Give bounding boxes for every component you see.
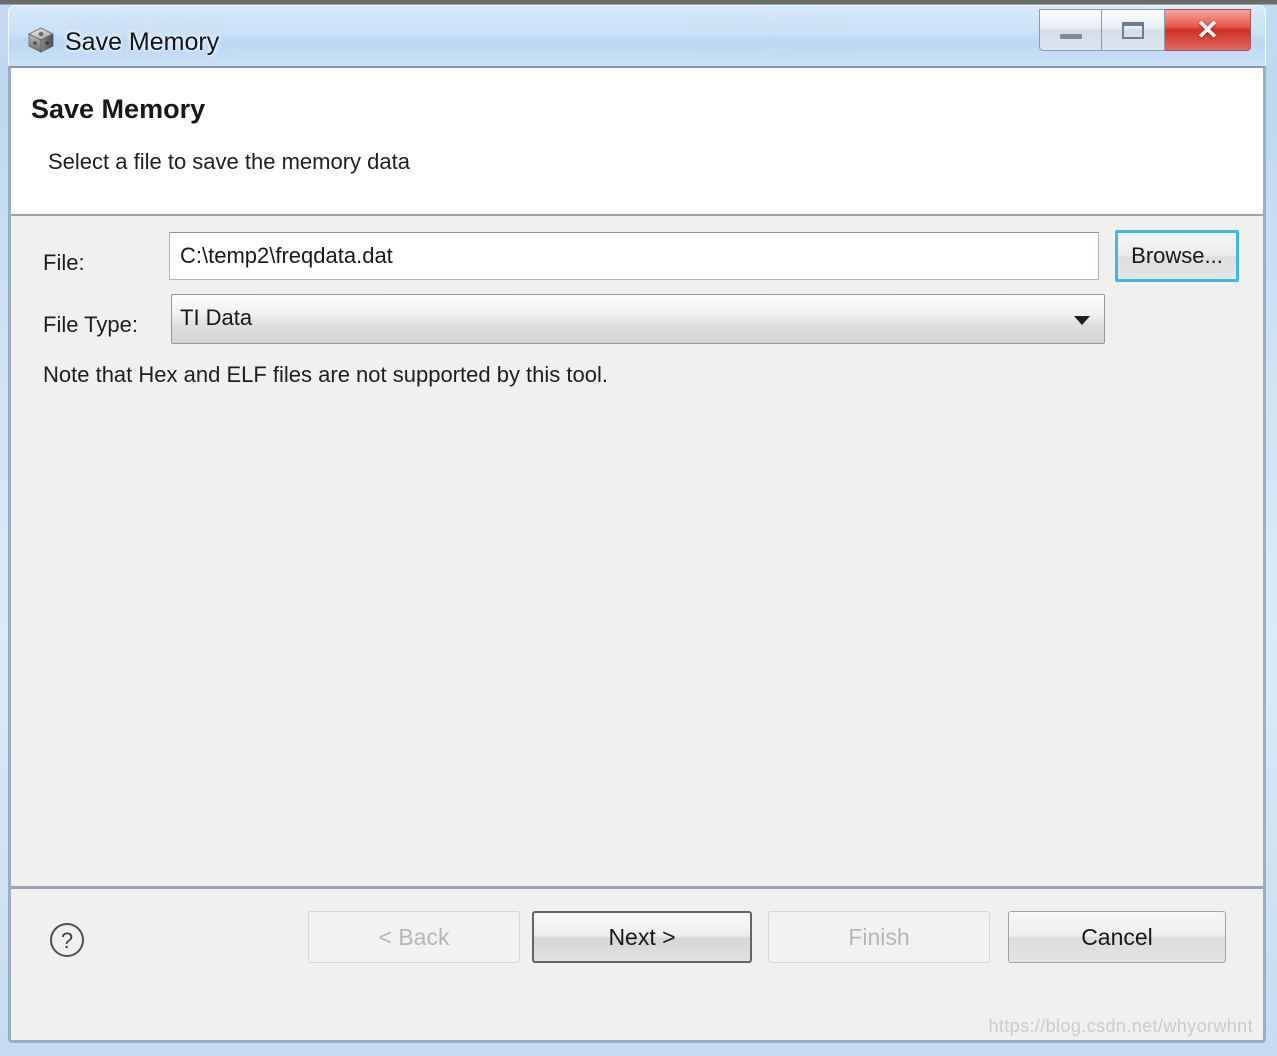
window-controls: ✕ [1039, 9, 1251, 51]
restore-icon [1122, 21, 1144, 39]
help-icon[interactable]: ? [48, 921, 86, 959]
file-label: File: [43, 250, 85, 275]
browse-button[interactable]: Browse... [1115, 230, 1239, 282]
watermark-text: https://blog.csdn.net/whyorwhnt [988, 1016, 1253, 1036]
page-title: Save Memory [31, 94, 206, 124]
wizard-dialog: Save Memory Select a file to save the me… [8, 66, 1266, 1043]
svg-text:?: ? [61, 928, 73, 953]
close-icon: ✕ [1196, 14, 1219, 45]
cube-icon [28, 27, 54, 53]
save-memory-window: Save Memory ✕ Save Memory Select a file … [8, 5, 1266, 1043]
format-note: Note that Hex and ELF files are not supp… [43, 362, 608, 387]
wizard-content: File: Browse... File Type: TI Data Note … [11, 216, 1263, 886]
finish-button[interactable]: Finish [768, 911, 990, 963]
title-bar[interactable]: Save Memory ✕ [8, 5, 1266, 72]
file-type-label: File Type: [43, 312, 138, 337]
maximize-button[interactable] [1102, 9, 1165, 51]
back-button[interactable]: < Back [308, 911, 520, 963]
page-subtitle: Select a file to save the memory data [48, 149, 410, 174]
minimize-icon [1059, 33, 1082, 39]
wizard-header: Save Memory Select a file to save the me… [11, 68, 1263, 216]
next-button[interactable]: Next > [532, 911, 752, 963]
minimize-button[interactable] [1039, 9, 1102, 51]
window-title: Save Memory [65, 28, 220, 56]
file-type-value: TI Data [180, 305, 253, 330]
close-button[interactable]: ✕ [1165, 9, 1251, 51]
cancel-button[interactable]: Cancel [1008, 911, 1226, 963]
wizard-button-bar: ? < Back Next > Finish Cancel https://bl… [11, 886, 1263, 1039]
file-type-select[interactable]: TI Data [171, 294, 1105, 344]
file-path-input[interactable] [169, 232, 1099, 280]
chevron-down-icon [1074, 316, 1090, 325]
